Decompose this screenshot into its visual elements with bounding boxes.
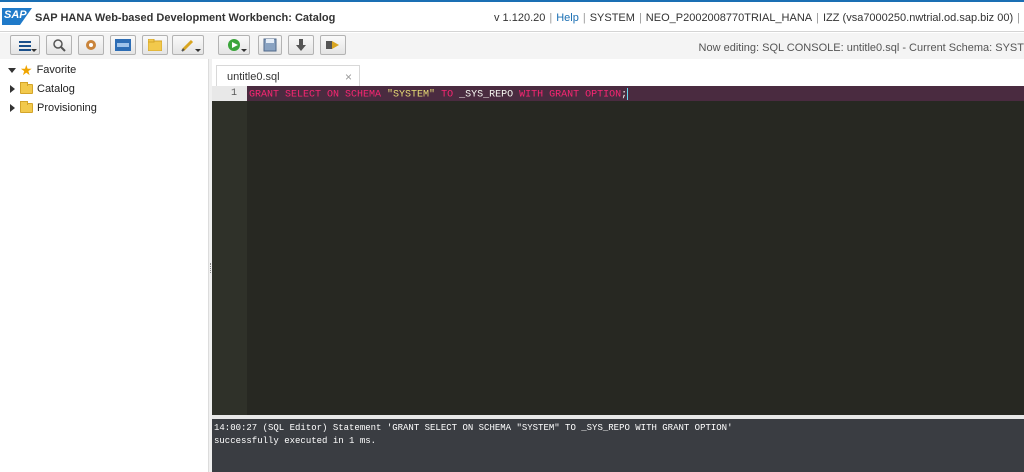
export-icon bbox=[326, 41, 339, 49]
folder-icon bbox=[20, 101, 33, 113]
app-header: SAP SAP HANA Web-based Development Workb… bbox=[0, 0, 1024, 32]
save-button[interactable] bbox=[258, 35, 282, 55]
export-button[interactable] bbox=[320, 35, 346, 55]
star-icon: ★ bbox=[20, 62, 33, 78]
editing-status: Now editing: SQL CONSOLE: untitle0.sql -… bbox=[698, 42, 1024, 54]
tab-untitle0-sql[interactable]: untitle0.sql × bbox=[216, 65, 360, 87]
help-link[interactable]: Help bbox=[556, 12, 579, 24]
tree-item-label: Catalog bbox=[37, 83, 75, 95]
account-label: NEO_P2002008770TRIAL_HANA bbox=[645, 12, 813, 24]
sql-console-icon bbox=[115, 39, 131, 51]
run-button[interactable] bbox=[218, 35, 250, 55]
system-info: v 1.120.20 | Help | SYSTEM | NEO_P2002008770TR… bbox=[493, 12, 1020, 24]
settings-button[interactable] bbox=[78, 35, 104, 55]
tree-item-label: Favorite bbox=[36, 64, 77, 76]
download-icon bbox=[296, 39, 306, 51]
collapse-arrow-icon[interactable] bbox=[10, 85, 15, 93]
code-line[interactable]: GRANT SELECT ON SCHEMA "SYSTEM" TO _SYS_… bbox=[249, 88, 629, 101]
sql-console-button[interactable] bbox=[110, 35, 136, 55]
expand-arrow-icon[interactable] bbox=[8, 67, 16, 73]
menu-button[interactable] bbox=[10, 35, 40, 55]
editor-gutter bbox=[212, 86, 247, 415]
host-label: IZZ (vsa7000250.nwtrial.od.sap.biz 00) bbox=[822, 12, 1014, 24]
version-label: v 1.120.20 bbox=[493, 12, 546, 24]
console-line: 14:00:27 (SQL Editor) Statement 'GRANT S… bbox=[214, 423, 733, 433]
download-button[interactable] bbox=[288, 35, 314, 55]
tree-item-label: Provisioning bbox=[37, 102, 97, 114]
run-icon bbox=[228, 39, 240, 51]
app-title: SAP HANA Web-based Development Workbench… bbox=[35, 12, 336, 24]
open-folder-button[interactable] bbox=[142, 35, 168, 55]
tree-item-catalog[interactable]: Catalog bbox=[8, 81, 75, 97]
console-line: successfully executed in 1 ms. bbox=[214, 436, 377, 446]
tab-title: untitle0.sql bbox=[227, 71, 280, 83]
search-icon bbox=[53, 39, 66, 52]
menu-icon bbox=[19, 41, 31, 51]
sql-editor[interactable] bbox=[212, 86, 1024, 415]
settings-cog-icon bbox=[86, 40, 96, 50]
edit-button[interactable] bbox=[172, 35, 204, 55]
search-button[interactable] bbox=[46, 35, 72, 55]
collapse-arrow-icon[interactable] bbox=[10, 104, 15, 112]
pencil-icon bbox=[181, 39, 194, 52]
user-label: SYSTEM bbox=[589, 12, 635, 24]
folder-icon bbox=[148, 39, 162, 51]
catalog-tree: ★ Favorite Catalog Provisioning bbox=[0, 59, 208, 472]
text-cursor bbox=[627, 88, 629, 100]
toolbar: Now editing: SQL CONSOLE: untitle0.sql -… bbox=[0, 33, 1024, 59]
close-icon[interactable]: × bbox=[345, 70, 352, 84]
save-icon bbox=[263, 38, 277, 52]
sap-logo: SAP bbox=[2, 8, 32, 25]
line-number: 1 bbox=[212, 86, 247, 101]
tree-item-favorite[interactable]: ★ Favorite bbox=[8, 62, 76, 78]
folder-icon bbox=[20, 82, 33, 94]
console-output: 14:00:27 (SQL Editor) Statement 'GRANT S… bbox=[212, 419, 1024, 472]
tree-item-provisioning[interactable]: Provisioning bbox=[8, 100, 97, 116]
